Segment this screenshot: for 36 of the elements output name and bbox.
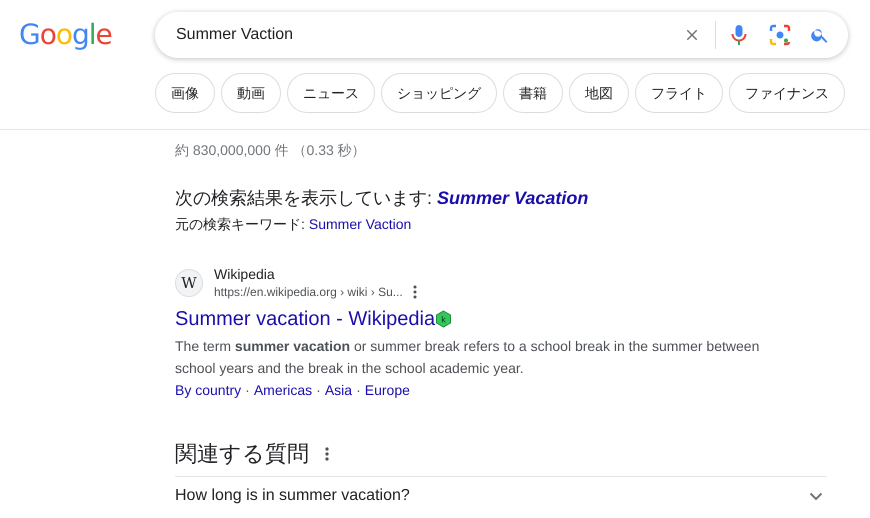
result-url: https://en.wikipedia.org › wiki › Su...: [214, 284, 403, 301]
result-stats: 約 830,000,000 件 （0.33 秒）: [175, 141, 367, 160]
search-field[interactable]: Summer Vaction: [155, 12, 848, 58]
spelling-label: 次の検索結果を表示しています:: [175, 187, 432, 210]
filter-chip[interactable]: 地図: [569, 73, 629, 113]
question-text: How long is in summer vacation?: [175, 486, 410, 506]
sitelink[interactable]: Europe: [364, 379, 410, 401]
site-name: Wikipedia: [214, 265, 276, 283]
result-snippet: The term summer vacation or summer break refers to a school break in the summer between school years and the break in the school academic year.: [175, 337, 760, 378]
original-label: 元の検索キーワード:: [175, 215, 305, 234]
original-query-link[interactable]: Summer Vaction: [308, 214, 412, 235]
filter-chip[interactable]: フライト: [635, 73, 723, 113]
separator: ·: [315, 381, 322, 400]
camera-icon[interactable]: [769, 24, 791, 46]
question-row[interactable]: How long is in summer vacation?: [175, 477, 827, 515]
more-icon[interactable]: [412, 285, 417, 299]
filter-chip[interactable]: ニュース: [287, 73, 375, 113]
sitelink[interactable]: By country: [175, 379, 242, 401]
filter-chip[interactable]: 書籍: [503, 73, 563, 113]
corrected-query-link[interactable]: Summer Vacation: [437, 185, 588, 212]
section-heading: 関連する質問: [175, 440, 309, 468]
filter-chip[interactable]: 画像: [155, 73, 215, 113]
filter-chip[interactable]: ショッピング: [381, 73, 497, 113]
microphone-icon[interactable]: [729, 22, 749, 46]
separator: ·: [355, 381, 362, 400]
result-title-link[interactable]: Summer vacation - Wikipedia: [175, 306, 436, 332]
search-input: Summer Vaction: [176, 22, 683, 46]
site-favicon: W: [175, 269, 203, 297]
separator: ·: [244, 381, 251, 400]
filter-chip[interactable]: ファイナンス: [729, 73, 845, 113]
extension-badge-icon: k: [435, 310, 452, 328]
more-icon[interactable]: [325, 446, 329, 460]
sitelink[interactable]: Americas: [254, 379, 312, 401]
sitelink[interactable]: Asia: [324, 379, 352, 401]
filter-chip[interactable]: 動画: [221, 73, 281, 113]
google-logo[interactable]: Google: [0, 14, 155, 56]
